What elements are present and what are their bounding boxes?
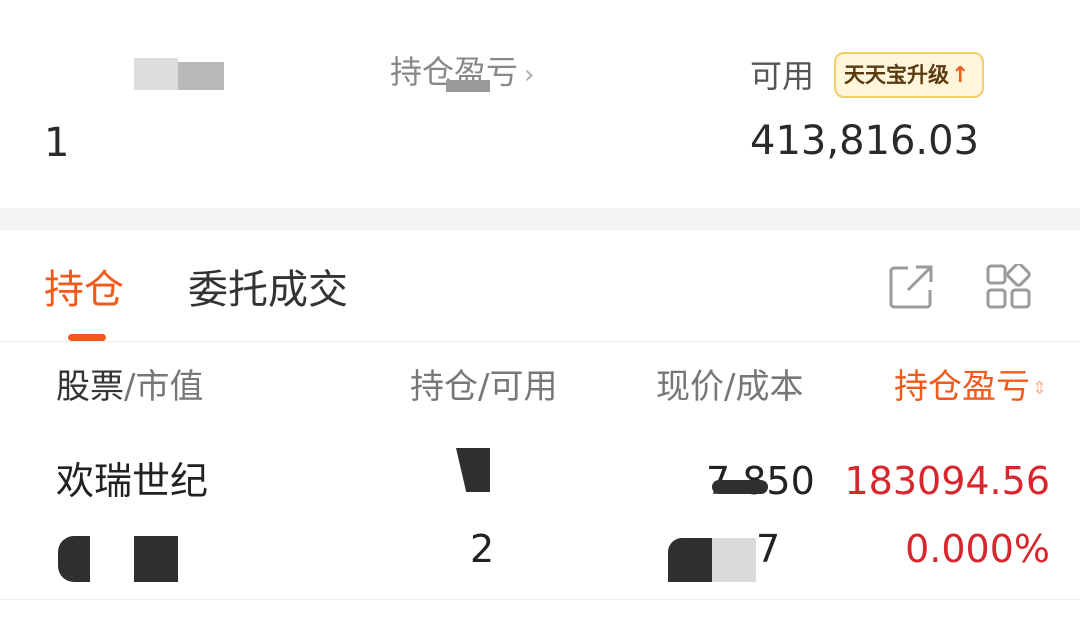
redacted-block — [446, 80, 490, 92]
badge-label: 天天宝升级 — [844, 63, 949, 87]
available-label: 可用 — [750, 57, 815, 95]
grid-layout-icon[interactable] — [986, 262, 1032, 310]
upgrade-arrow-icon: ↑ — [951, 63, 970, 88]
stock-name: 欢瑞世纪 — [56, 459, 209, 503]
redacted-block — [712, 538, 756, 582]
active-tab-indicator — [68, 334, 106, 341]
cost-price-partial: 7 — [756, 527, 781, 571]
tab-holdings[interactable]: 持仓 — [44, 266, 124, 314]
redacted-block — [58, 536, 90, 582]
hold-quantity-partial: 2 — [470, 527, 495, 571]
section-divider — [0, 208, 1080, 230]
header-stock: 股票/市值 — [56, 366, 203, 408]
header-price: 现价/成本 — [656, 367, 804, 407]
redacted-block — [134, 536, 178, 582]
header-pnl-label: 持仓盈亏 — [894, 367, 1030, 407]
redacted-block — [456, 448, 490, 492]
account-summary: 1 持仓盈亏 › 可用 天天宝升级↑ 413,816.03 — [0, 0, 1080, 208]
table-row[interactable]: 欢瑞世纪 7.850 183094.56 2 7 0.000% — [0, 440, 1080, 600]
redacted-block — [178, 62, 224, 90]
available-value: 413,816.03 — [750, 118, 980, 164]
position-pnl-rate: 0.000% — [905, 527, 1050, 571]
tab-orders[interactable]: 委托成交 — [188, 266, 348, 314]
position-pnl-value: 183094.56 — [844, 459, 1051, 503]
share-external-icon[interactable] — [888, 264, 934, 310]
header-hold: 持仓/可用 — [410, 367, 558, 407]
chevron-right-icon: › — [524, 60, 535, 90]
tab-bar: 持仓 委托成交 — [0, 230, 1080, 342]
redacted-block — [712, 480, 768, 494]
redacted-block — [668, 538, 712, 582]
header-stock-main: 股票 — [56, 367, 124, 407]
header-pnl-sort[interactable]: 持仓盈亏 ⇕ — [894, 366, 1047, 414]
sort-icon: ⇕ — [1032, 378, 1048, 399]
holdings-table-header: 股票/市值 持仓/可用 现价/成本 持仓盈亏 ⇕ — [0, 342, 1080, 432]
redacted-block — [134, 58, 178, 90]
market-value: 1 — [44, 120, 70, 166]
header-stock-sub: /市值 — [124, 367, 204, 407]
tiantianbao-upgrade-badge[interactable]: 天天宝升级↑ — [834, 52, 984, 98]
